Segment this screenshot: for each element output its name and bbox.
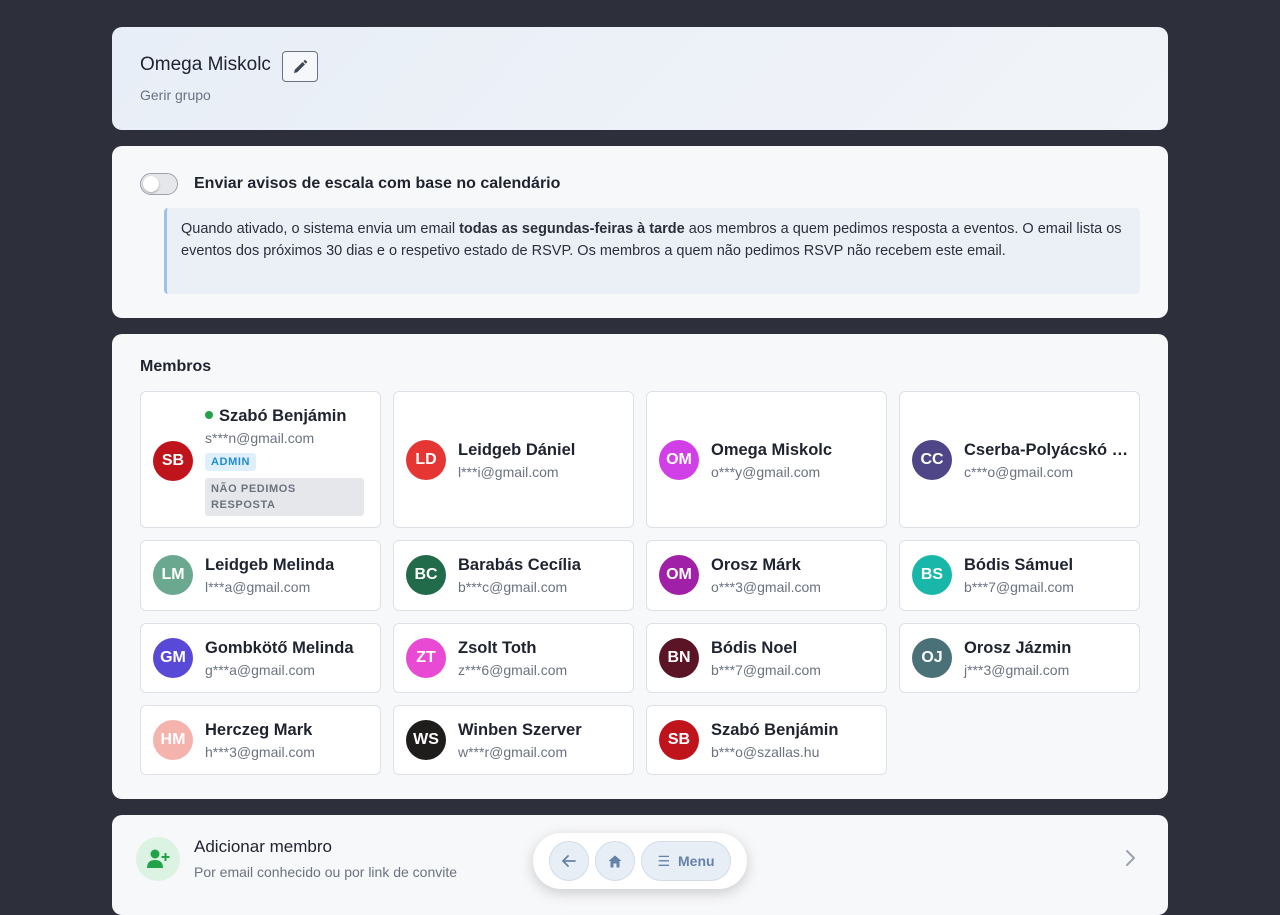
- admin-badge: ADMIN: [205, 453, 257, 471]
- member-card[interactable]: OM Omega Miskolc o***y@gmail.com: [646, 391, 887, 528]
- member-email: c***o@gmail.com: [964, 464, 1074, 480]
- avatar: HM: [153, 720, 193, 760]
- avatar: ZT: [406, 638, 446, 678]
- chevron-right-icon: [1126, 850, 1135, 866]
- member-name: Orosz Márk: [711, 556, 801, 574]
- avatar: BN: [659, 638, 699, 678]
- avatar: BC: [406, 555, 446, 595]
- member-card[interactable]: WS Winben Szerver w***r@gmail.com: [393, 705, 634, 775]
- avatar: OM: [659, 555, 699, 595]
- add-user-icon: [136, 837, 180, 881]
- member-card[interactable]: BN Bódis Noel b***7@gmail.com: [646, 623, 887, 693]
- add-member-subtitle: Por email conhecido ou por link de convi…: [194, 864, 458, 880]
- no-rsvp-badge: NÃO PEDIMOS RESPOSTA: [205, 478, 364, 516]
- member-name: Winben Szerver: [458, 721, 582, 739]
- member-name: Cserba-Polyácskó Csaba: [964, 441, 1130, 459]
- info-text-part1: Quando ativado, o sistema envia um email: [181, 221, 460, 237]
- avatar: OM: [659, 440, 699, 480]
- member-name: Omega Miskolc: [711, 441, 833, 459]
- member-card[interactable]: OM Orosz Márk o***3@gmail.com: [646, 540, 887, 611]
- member-card[interactable]: LM Leidgeb Melinda l***a@gmail.com: [140, 540, 381, 611]
- member-email: w***r@gmail.com: [458, 744, 568, 760]
- member-email: o***3@gmail.com: [711, 579, 821, 595]
- pencil-icon: [294, 59, 308, 73]
- member-name: Zsolt Toth: [458, 639, 537, 657]
- member-name: Bódis Noel: [711, 639, 798, 657]
- member-email: g***a@gmail.com: [205, 662, 315, 678]
- member-email: l***i@gmail.com: [458, 464, 559, 480]
- member-card[interactable]: GM Gombkötő Melinda g***a@gmail.com: [140, 623, 381, 693]
- member-name: Gombkötő Melinda: [205, 639, 354, 657]
- member-card[interactable]: BS Bódis Sámuel b***7@gmail.com: [899, 540, 1140, 611]
- member-name: Barabás Cecília: [458, 556, 581, 574]
- member-name: Szabó Benjámin: [205, 407, 346, 426]
- member-name-text: Szabó Benjámin: [219, 407, 347, 425]
- floating-nav: ☰ Menu: [533, 833, 747, 889]
- group-header-card: Omega Miskolc Gerir grupo: [112, 27, 1168, 130]
- members-title: Membros: [140, 358, 212, 375]
- reminder-toggle[interactable]: [140, 173, 178, 195]
- reminder-info-box: Quando ativado, o sistema envia um email…: [164, 208, 1140, 294]
- member-name: Bódis Sámuel: [964, 556, 1074, 574]
- info-text-bold: todas as segundas-feiras à tarde: [459, 221, 685, 237]
- member-email: s***n@gmail.com: [205, 430, 315, 446]
- avatar: SB: [659, 720, 699, 760]
- menu-button[interactable]: ☰ Menu: [641, 841, 731, 881]
- reminder-label: Enviar avisos de escala com base no cale…: [194, 175, 561, 192]
- group-title: Omega Miskolc: [140, 54, 271, 75]
- member-email: b***o@szallas.hu: [711, 744, 820, 760]
- back-button[interactable]: [549, 841, 589, 881]
- member-card[interactable]: SB Szabó Benjámin s***n@gmail.com ADMIN …: [140, 391, 381, 528]
- online-status-dot: [205, 410, 213, 419]
- avatar: CC: [912, 440, 952, 480]
- member-name: Leidgeb Melinda: [205, 556, 335, 574]
- members-card: Membros SB Szabó Benjámin s***n@gmail.co…: [112, 334, 1168, 799]
- avatar: LD: [406, 440, 446, 480]
- group-subtitle: Gerir grupo: [140, 87, 211, 103]
- avatar: BS: [912, 555, 952, 595]
- arrow-left-icon: [562, 855, 576, 867]
- home-button[interactable]: [595, 841, 635, 881]
- edit-group-name-button[interactable]: [282, 51, 318, 82]
- member-card[interactable]: CC Cserba-Polyácskó Csaba c***o@gmail.co…: [899, 391, 1140, 528]
- member-card[interactable]: SB Szabó Benjámin b***o@szallas.hu: [646, 705, 887, 775]
- avatar: GM: [153, 638, 193, 678]
- avatar: SB: [153, 441, 193, 481]
- toggle-knob: [143, 176, 159, 192]
- member-email: b***7@gmail.com: [711, 662, 821, 678]
- member-email: o***y@gmail.com: [711, 464, 821, 480]
- avatar: LM: [153, 555, 193, 595]
- member-card[interactable]: ZT Zsolt Toth z***6@gmail.com: [393, 623, 634, 693]
- member-email: b***7@gmail.com: [964, 579, 1074, 595]
- home-icon: [608, 855, 622, 867]
- member-card[interactable]: BC Barabás Cecília b***c@gmail.com: [393, 540, 634, 611]
- hamburger-icon: ☰: [657, 852, 670, 869]
- member-card[interactable]: OJ Orosz Jázmin j***3@gmail.com: [899, 623, 1140, 693]
- add-member-title: Adicionar membro: [194, 837, 332, 856]
- member-email: j***3@gmail.com: [964, 662, 1070, 678]
- member-name: Orosz Jázmin: [964, 639, 1072, 657]
- member-email: z***6@gmail.com: [458, 662, 568, 678]
- menu-label: Menu: [678, 853, 715, 869]
- member-name: Herczeg Mark: [205, 721, 313, 739]
- member-email: h***3@gmail.com: [205, 744, 315, 760]
- member-email: l***a@gmail.com: [205, 579, 311, 595]
- member-name: Szabó Benjámin: [711, 721, 839, 739]
- member-card[interactable]: LD Leidgeb Dániel l***i@gmail.com: [393, 391, 634, 528]
- reminder-settings-card: Enviar avisos de escala com base no cale…: [112, 146, 1168, 318]
- member-email: b***c@gmail.com: [458, 579, 568, 595]
- avatar: WS: [406, 720, 446, 760]
- member-name: Leidgeb Dániel: [458, 441, 576, 459]
- avatar: OJ: [912, 638, 952, 678]
- member-card[interactable]: HM Herczeg Mark h***3@gmail.com: [140, 705, 381, 775]
